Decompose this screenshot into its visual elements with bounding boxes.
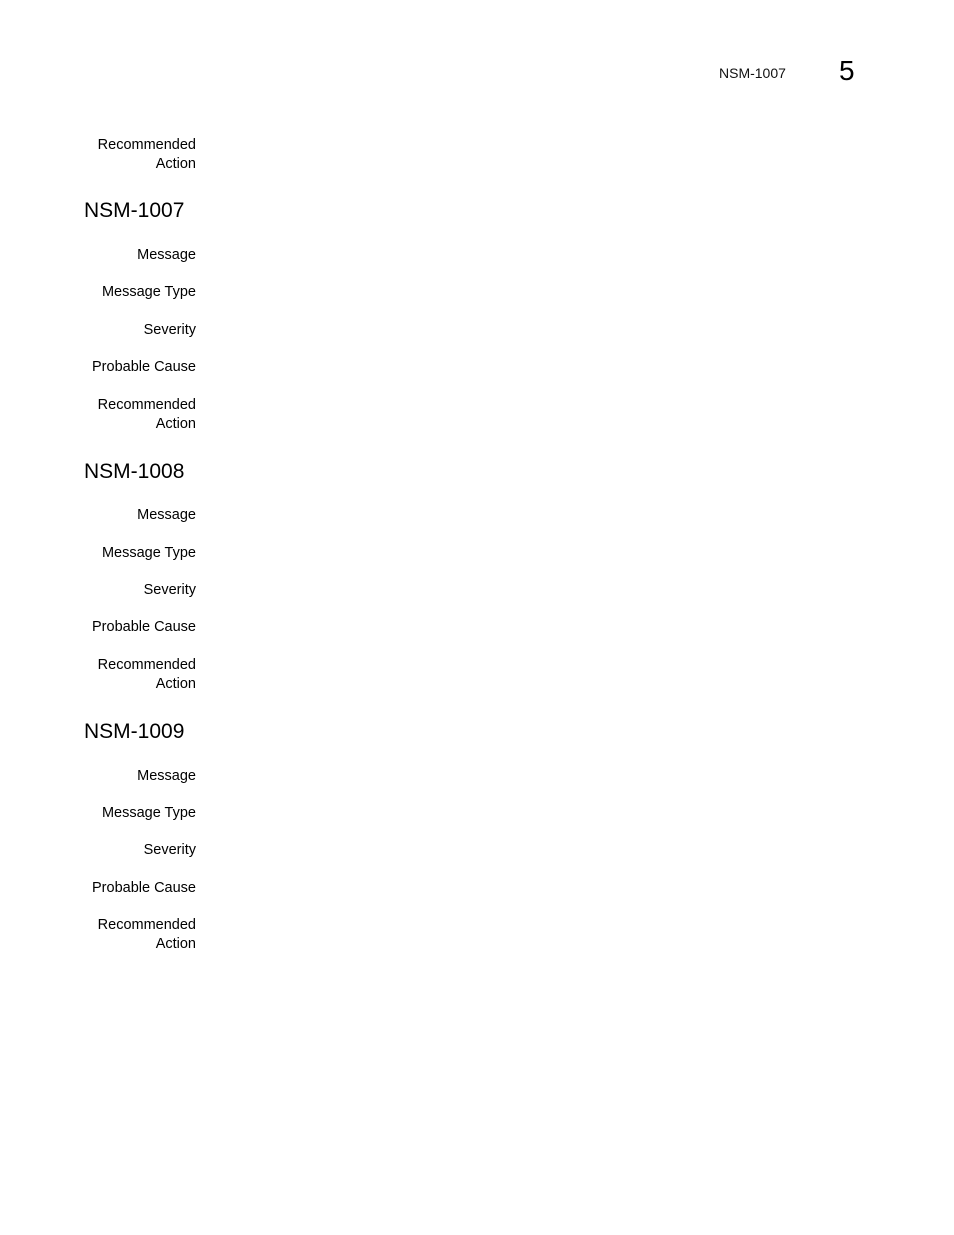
severity-label: Severity — [143, 842, 196, 858]
section-title: NSM-1007 — [84, 199, 185, 222]
recommended-action-label: Recommended Action — [98, 396, 196, 434]
label-line: Action — [155, 676, 196, 692]
recommended-action-label: Recommended Action — [98, 136, 196, 174]
message-label: Message — [137, 768, 196, 784]
label-line: Recommended — [97, 137, 196, 153]
message-label: Message — [137, 507, 196, 523]
probable-cause-label: Probable Cause — [92, 880, 196, 896]
label-line: Action — [155, 156, 196, 172]
label-line: Recommended — [97, 917, 196, 933]
severity-label: Severity — [143, 582, 196, 598]
section-title: NSM-1008 — [84, 460, 185, 483]
message-type-label: Message Type — [101, 284, 196, 300]
severity-label: Severity — [143, 322, 196, 338]
label-line: Recommended — [97, 657, 196, 673]
label-line: Action — [155, 936, 196, 952]
probable-cause-label: Probable Cause — [92, 359, 196, 375]
label-line: Action — [155, 416, 196, 432]
section-title: NSM-1009 — [84, 720, 185, 743]
recommended-action-label: Recommended Action — [98, 916, 196, 954]
message-label: Message — [137, 247, 196, 263]
chapter-number: 5 — [839, 55, 855, 86]
message-type-label: Message Type — [101, 545, 196, 561]
running-header-title: NSM-1007 — [719, 65, 786, 81]
label-line: Recommended — [97, 397, 196, 413]
probable-cause-label: Probable Cause — [92, 619, 196, 635]
recommended-action-label: Recommended Action — [98, 656, 196, 694]
message-type-label: Message Type — [101, 805, 196, 821]
